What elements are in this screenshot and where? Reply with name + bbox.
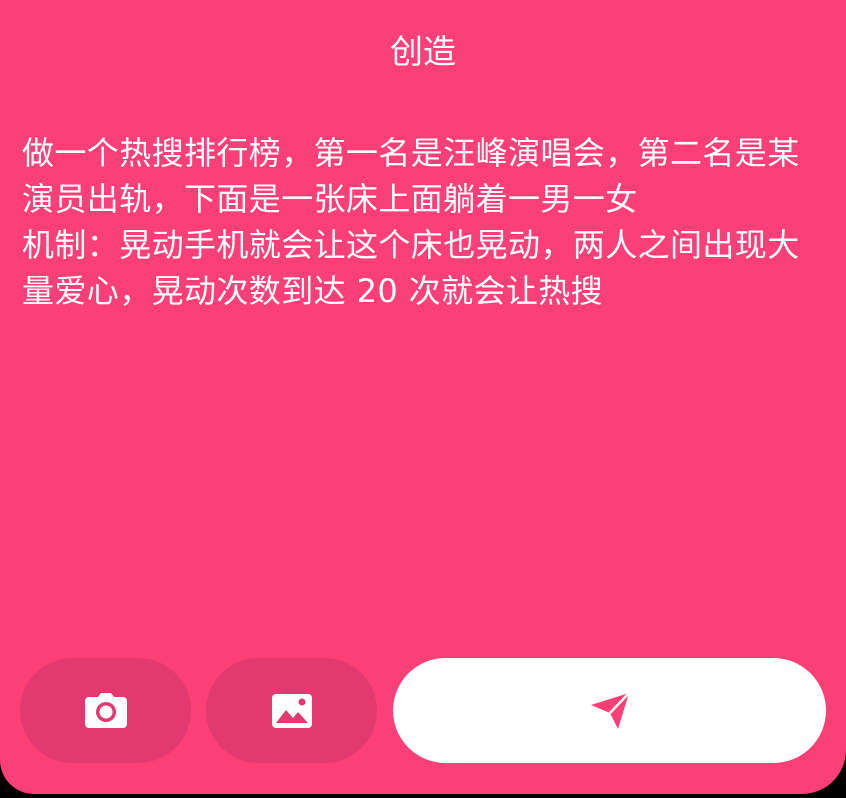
gallery-button[interactable]	[206, 658, 377, 763]
image-icon	[271, 693, 313, 729]
page-title: 创造	[390, 32, 456, 71]
create-panel: 创造 做一个热搜排行榜，第一名是汪峰演唱会，第二名是某演员出轨，下面是一张床上面…	[0, 0, 846, 794]
prompt-text[interactable]: 做一个热搜排行榜，第一名是汪峰演唱会，第二名是某演员出轨，下面是一张床上面躺着一…	[22, 130, 828, 370]
camera-button[interactable]	[20, 658, 191, 763]
send-button[interactable]	[393, 658, 826, 763]
send-icon	[589, 691, 631, 731]
camera-icon	[84, 692, 128, 729]
